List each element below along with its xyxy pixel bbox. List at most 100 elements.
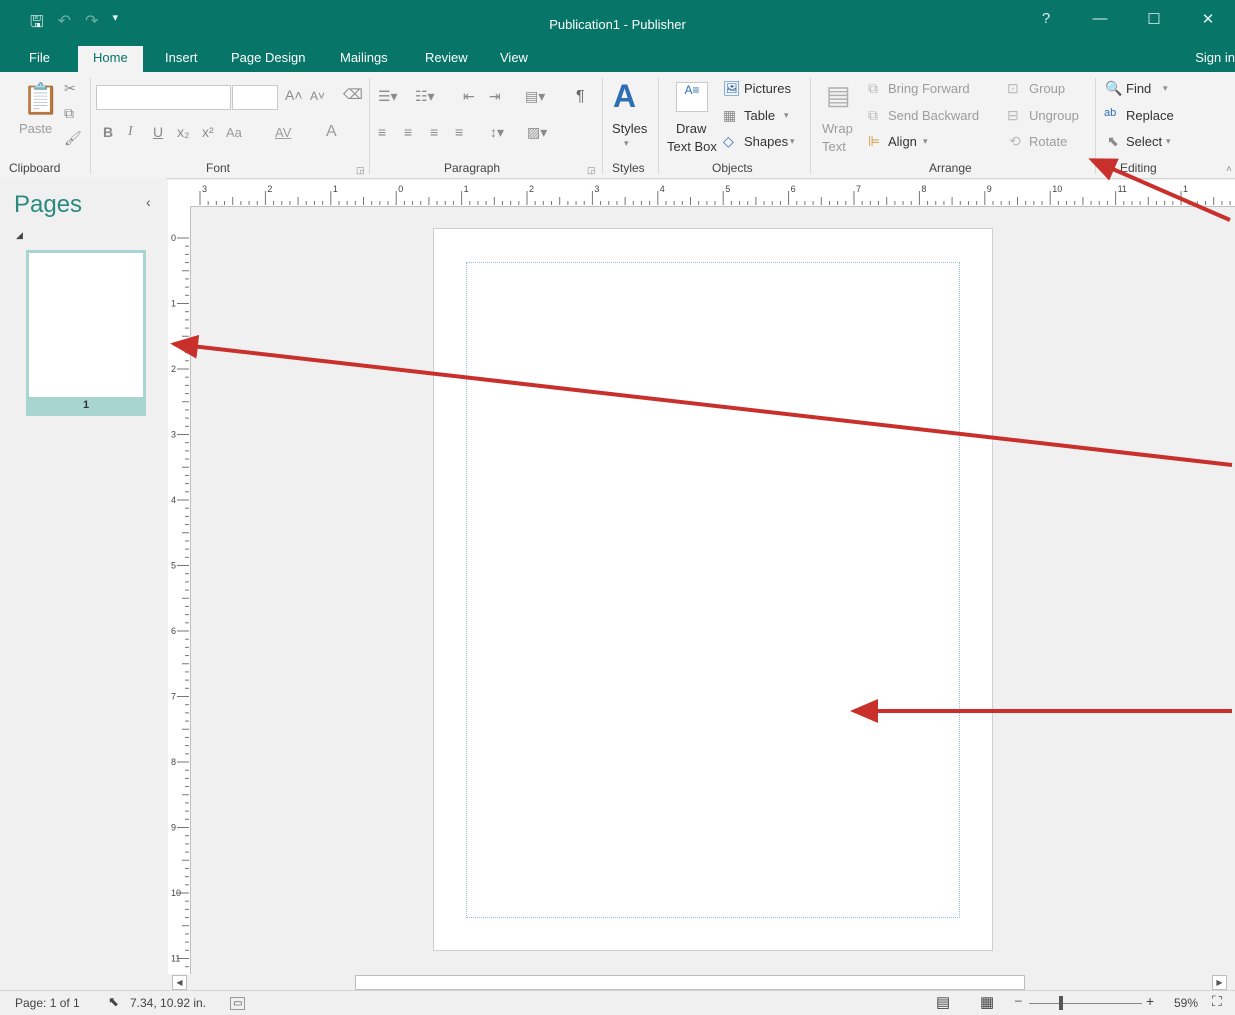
bring-forward-button[interactable]: Bring Forward (888, 81, 970, 96)
rotate-button[interactable]: Rotate (1029, 134, 1067, 149)
align-center-icon[interactable]: ≡ (404, 124, 412, 140)
collapse-pages-pane-button[interactable]: ‹ (146, 194, 151, 210)
pictures-icon[interactable]: 🖼 (723, 80, 741, 97)
character-spacing-button[interactable]: AV (275, 125, 291, 140)
justify-icon[interactable]: ≡ (455, 124, 463, 140)
paragraph-dialog-launcher-icon[interactable]: ◲ (587, 165, 596, 176)
ruler-corner[interactable] (168, 180, 191, 207)
help-button[interactable]: ? (1019, 10, 1073, 28)
cut-icon[interactable]: ✂ (64, 80, 76, 97)
group-button[interactable]: Group (1029, 81, 1065, 96)
sign-in-link[interactable]: Sign in (1195, 50, 1235, 65)
page-thumbnail[interactable]: 1 (26, 250, 146, 416)
align-button[interactable]: Align (888, 134, 917, 149)
tab-mailings[interactable]: Mailings (340, 50, 388, 65)
rotate-icon[interactable]: ⟲ (1009, 133, 1021, 150)
wrap-text-icon[interactable]: ▤ (826, 80, 851, 111)
close-button[interactable]: ✕ (1181, 10, 1235, 28)
single-page-view-icon[interactable]: ▤ (936, 993, 950, 1011)
line-spacing-icon[interactable]: ↕▾ (490, 124, 504, 141)
shapes-button[interactable]: Shapes (744, 134, 788, 149)
find-button[interactable]: Find (1126, 81, 1151, 96)
copy-icon[interactable]: ⧉ (64, 105, 74, 122)
replace-icon[interactable]: ab (1104, 107, 1116, 119)
tab-insert[interactable]: Insert (165, 50, 198, 65)
bring-forward-icon[interactable]: ⧉ (868, 80, 878, 97)
paste-icon[interactable]: 📋 (22, 82, 59, 117)
italic-icon[interactable]: I (128, 124, 133, 140)
tab-file[interactable]: File (29, 50, 50, 65)
align-right-icon[interactable]: ≡ (430, 124, 438, 140)
show-paragraph-marks-button[interactable]: ¶ (576, 88, 585, 106)
select-dropdown-icon[interactable]: ▾ (1166, 136, 1171, 147)
zoom-slider-track[interactable] (1029, 1003, 1142, 1004)
align-dropdown-icon[interactable]: ▾ (923, 136, 928, 147)
horizontal-ruler[interactable]: 3 2 1 0 1 2 3 4 5 6 7 8 9 10 11 1 (190, 180, 1235, 207)
ungroup-button[interactable]: Ungroup (1029, 108, 1079, 123)
bold-icon[interactable]: B (103, 124, 113, 140)
table-icon[interactable]: ▦ (723, 107, 736, 124)
send-backward-icon[interactable]: ⧉ (868, 107, 878, 124)
find-dropdown-icon[interactable]: ▾ (1163, 83, 1168, 94)
draw-text-box-label-1[interactable]: Draw (676, 121, 706, 136)
underline-icon[interactable]: U (153, 124, 163, 140)
select-button[interactable]: Select (1126, 134, 1162, 149)
zoom-out-button[interactable]: – (1015, 993, 1022, 1007)
numbering-icon[interactable]: ☷▾ (415, 88, 435, 105)
clear-formatting-icon[interactable]: ⌫ (343, 86, 363, 103)
send-backward-button[interactable]: Send Backward (888, 108, 979, 123)
draw-text-box-icon[interactable]: A≡ (676, 82, 708, 112)
tab-review[interactable]: Review (425, 50, 468, 65)
paragraph-fill-icon[interactable]: ▨▾ (527, 124, 547, 141)
maximize-button[interactable]: ☐ (1127, 10, 1181, 28)
table-dropdown-icon[interactable]: ▾ (784, 110, 789, 121)
section-triangle-icon[interactable]: ◢ (16, 230, 23, 241)
two-page-view-icon[interactable]: ▦ (980, 993, 994, 1011)
zoom-slider-thumb[interactable] (1059, 996, 1063, 1010)
styles-icon[interactable]: A (613, 78, 636, 115)
shapes-dropdown-icon[interactable]: ▾ (790, 136, 795, 147)
decrease-indent-icon[interactable]: ⇤ (463, 88, 475, 105)
fit-page-icon[interactable]: ⛶ (1212, 993, 1222, 1010)
ungroup-icon[interactable]: ⊟ (1007, 107, 1019, 124)
font-name-combo[interactable] (96, 85, 231, 110)
subscript-icon[interactable]: x₂ (177, 124, 189, 140)
font-size-combo[interactable] (232, 85, 278, 110)
tab-home[interactable]: Home (78, 46, 143, 72)
horizontal-scrollbar[interactable]: ◀ ▶ (168, 974, 1230, 990)
change-case-button[interactable]: Aa (226, 125, 242, 140)
align-icon[interactable]: ⊫ (868, 133, 880, 150)
shapes-icon[interactable]: ◇ (723, 133, 734, 150)
wrap-text-label-1[interactable]: Wrap (822, 121, 853, 136)
styles-dropdown-icon[interactable]: ▾ (624, 138, 629, 149)
draw-text-box-label-2[interactable]: Text Box (667, 139, 717, 154)
superscript-icon[interactable]: x² (202, 124, 214, 140)
wrap-text-label-2[interactable]: Text (822, 139, 846, 154)
bullets-icon[interactable]: ☰▾ (378, 88, 398, 105)
increase-indent-icon[interactable]: ⇥ (489, 88, 501, 105)
vertical-ruler[interactable]: 0 1 2 3 4 5 6 7 8 9 10 11 (168, 206, 191, 974)
align-left-icon[interactable]: ≡ (378, 124, 386, 140)
page-indicator[interactable]: Page: 1 of 1 (15, 996, 80, 1010)
scroll-left-button[interactable]: ◀ (172, 975, 187, 990)
select-icon[interactable]: ⬉ (1107, 133, 1119, 150)
group-icon[interactable]: ⊡ (1007, 80, 1019, 97)
grow-font-icon[interactable]: A˄ (285, 87, 303, 103)
format-painter-icon[interactable]: 🖌 (64, 130, 82, 147)
paste-button[interactable]: Paste (19, 121, 52, 136)
tab-page-design[interactable]: Page Design (231, 50, 305, 65)
scroll-right-button[interactable]: ▶ (1212, 975, 1227, 990)
find-icon[interactable]: 🔍 (1105, 80, 1122, 97)
zoom-in-button[interactable]: + (1146, 993, 1154, 1009)
font-dialog-launcher-icon[interactable]: ◲ (356, 165, 365, 176)
table-button[interactable]: Table (744, 108, 775, 123)
collapse-ribbon-icon[interactable]: ˄ (1226, 164, 1232, 175)
styles-button[interactable]: Styles (612, 121, 647, 136)
pictures-button[interactable]: Pictures (744, 81, 791, 96)
minimize-button[interactable]: — (1073, 10, 1127, 28)
horizontal-scroll-thumb[interactable] (355, 975, 1025, 990)
tab-view[interactable]: View (500, 50, 528, 65)
shrink-font-icon[interactable]: A˅ (310, 89, 325, 103)
font-color-button[interactable]: A (326, 123, 337, 141)
columns-icon[interactable]: ▤▾ (525, 88, 545, 105)
